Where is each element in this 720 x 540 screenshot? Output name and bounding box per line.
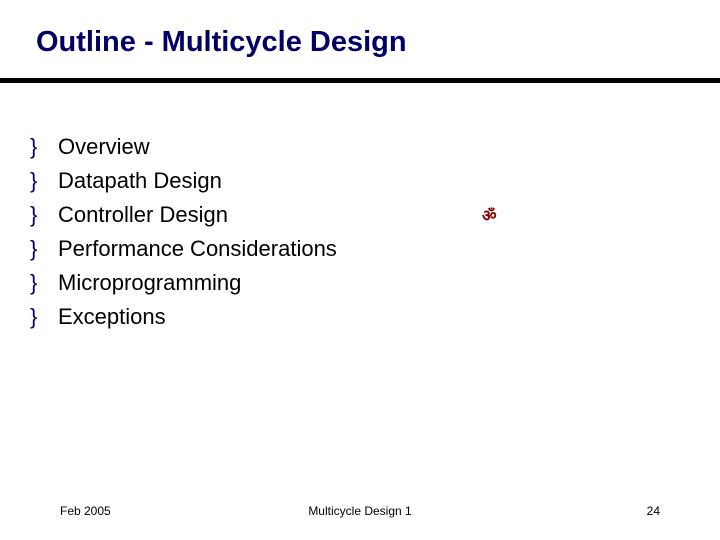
list-item-text: Performance Considerations bbox=[58, 232, 337, 266]
bullet-icon: } bbox=[30, 164, 58, 198]
slide-footer: Feb 2005 Multicycle Design 1 24 bbox=[0, 504, 720, 518]
footer-date: Feb 2005 bbox=[60, 504, 111, 518]
list-item: } Performance Considerations bbox=[30, 232, 684, 266]
list-item: } Microprogramming bbox=[30, 266, 684, 300]
list-item: } Overview bbox=[30, 130, 684, 164]
om-icon: ॐ bbox=[482, 204, 497, 226]
bullet-icon: } bbox=[30, 266, 58, 300]
list-item: } Controller Design bbox=[30, 198, 684, 232]
bullet-icon: } bbox=[30, 232, 58, 266]
bullet-icon: } bbox=[30, 198, 58, 232]
footer-title: Multicycle Design 1 bbox=[308, 504, 411, 518]
bullet-list: } Overview } Datapath Design } Controlle… bbox=[30, 130, 684, 335]
list-item-text: Overview bbox=[58, 130, 150, 164]
bullet-icon: } bbox=[30, 130, 58, 164]
bullet-icon: } bbox=[30, 300, 58, 334]
list-item-text: Controller Design bbox=[58, 198, 228, 232]
slide: Outline - Multicycle Design } Overview }… bbox=[0, 0, 720, 540]
list-item-text: Microprogramming bbox=[58, 266, 241, 300]
footer-page-number: 24 bbox=[647, 504, 660, 518]
title-underline bbox=[0, 78, 720, 83]
list-item-text: Datapath Design bbox=[58, 164, 222, 198]
slide-title: Outline - Multicycle Design bbox=[36, 26, 684, 59]
list-item: } Datapath Design bbox=[30, 164, 684, 198]
list-item-text: Exceptions bbox=[58, 300, 166, 334]
list-item: } Exceptions bbox=[30, 300, 684, 334]
